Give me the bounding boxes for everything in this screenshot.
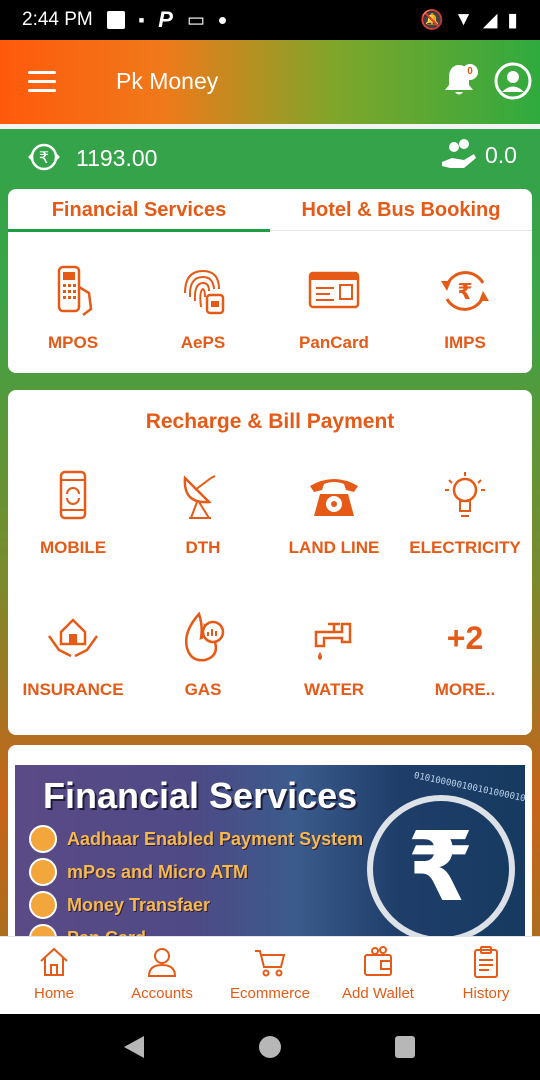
mute-icon: 🔕 <box>420 10 445 31</box>
balance-row: ₹ 1193.00 0.0 <box>0 130 540 186</box>
promo-card: 01010000010010100001010 ₹ Financial Serv… <box>8 745 532 945</box>
nav-add-wallet[interactable]: Add Wallet <box>324 937 432 1014</box>
header-divider <box>0 124 540 129</box>
notification-square-icon <box>106 11 125 29</box>
profile-icon[interactable] <box>494 62 532 100</box>
nav-accounts[interactable]: Accounts <box>108 937 216 1014</box>
tab-divider <box>270 230 532 231</box>
nav-history[interactable]: History <box>432 937 540 1014</box>
service-pancard[interactable]: PanCard <box>269 263 399 353</box>
bulb-icon <box>445 472 485 517</box>
clipboard-icon <box>474 946 498 978</box>
banner-item: Money Transfaer <box>29 891 210 919</box>
house-hands-icon <box>47 618 99 658</box>
cashback-balance: 0.0 <box>485 142 517 168</box>
recharge-insurance[interactable]: INSURANCE <box>8 610 138 700</box>
cart-icon <box>255 950 286 977</box>
rupee-exchange-icon: ₹ <box>28 143 60 171</box>
recharge-label: MOBILE <box>39 538 107 557</box>
status-time: 2:44 PM <box>22 9 93 30</box>
wallet-balance: 1193.00 <box>76 145 158 171</box>
recharge-label: GAS <box>184 680 222 699</box>
service-label: AePS <box>180 333 226 352</box>
more-notifications-dot-icon <box>218 16 226 24</box>
rupee-graphic-icon: ₹ <box>407 814 474 921</box>
service-label: PanCard <box>299 333 369 352</box>
wallet-icon <box>364 946 392 976</box>
signal-icon: ◢ <box>482 9 498 31</box>
status-bar: 2:44 PM ■ P ▭ 🔕 ▼ ◢ ▮ <box>0 0 540 40</box>
aadhaar-icon <box>29 825 57 853</box>
card-machine-icon <box>57 265 93 316</box>
service-imps[interactable]: ₹ IMPS <box>400 263 530 353</box>
svg-text:₹: ₹ <box>457 280 472 305</box>
satellite-dish-icon <box>183 475 216 519</box>
tap-icon <box>314 622 352 660</box>
nav-ecommerce[interactable]: Ecommerce <box>216 937 324 1014</box>
money-transfer-icon <box>29 891 57 919</box>
active-tab-indicator <box>8 229 270 232</box>
recharge-landline[interactable]: LAND LINE <box>269 468 399 558</box>
recharge-electricity[interactable]: ELECTRICITY <box>400 468 530 558</box>
mobile-icon <box>59 470 87 520</box>
recharge-more[interactable]: +2 MORE.. <box>400 610 530 700</box>
system-navigation-bar <box>0 1014 540 1080</box>
app-notification-icon: ■ <box>138 14 145 25</box>
financial-services-banner[interactable]: 01010000010010100001010 ₹ Financial Serv… <box>15 765 525 945</box>
app-title: Pk Money <box>116 68 219 94</box>
flame-icon <box>185 611 225 662</box>
nav-home[interactable]: Home <box>0 937 108 1014</box>
recharge-label: ELECTRICITY <box>409 538 521 557</box>
back-icon[interactable] <box>122 1034 146 1060</box>
recharge-label: DTH <box>185 538 221 557</box>
more-count: +2 <box>446 620 484 656</box>
recharge-mobile[interactable]: MOBILE <box>8 468 138 558</box>
wifi-icon: ▼ <box>454 9 473 30</box>
service-label: MPOS <box>47 333 99 352</box>
mpos-icon <box>29 858 57 886</box>
coins-hand-icon <box>442 139 476 168</box>
fingerprint-icon <box>184 269 225 315</box>
recharge-label: WATER <box>303 680 365 699</box>
menu-icon[interactable] <box>28 71 56 93</box>
banner-item: mPos and Micro ATM <box>29 858 248 886</box>
service-mpos[interactable]: MPOS <box>8 263 138 353</box>
recharge-section-title: Recharge & Bill Payment <box>145 410 395 433</box>
recent-apps-icon[interactable] <box>395 1036 415 1058</box>
recharge-dth[interactable]: DTH <box>138 468 268 558</box>
id-card-icon <box>308 271 360 309</box>
bottom-navigation: Home Accounts Ecommerce Add Wallet Histo… <box>0 936 540 1014</box>
banner-title: Financial Services <box>43 775 358 816</box>
home-button-icon[interactable] <box>258 1035 282 1059</box>
banner-item: Aadhaar Enabled Payment System <box>29 825 363 853</box>
services-card: Financial Services Hotel & Bus Booking M… <box>8 189 532 373</box>
svg-text:₹: ₹ <box>39 148 49 167</box>
recharge-gas[interactable]: GAS <box>138 610 268 700</box>
recharge-card: Recharge & Bill Payment MOBILE DTH LAND … <box>8 390 532 735</box>
tab-hotel-bus-booking[interactable]: Hotel & Bus Booking <box>270 199 532 222</box>
recharge-label: LAND LINE <box>288 538 380 557</box>
image-notification-icon: ▭ <box>186 9 205 31</box>
p-notification-icon: P <box>158 7 173 32</box>
recharge-label: MORE.. <box>434 680 496 699</box>
service-aeps[interactable]: AePS <box>138 263 268 353</box>
user-icon <box>147 948 177 977</box>
home-icon <box>40 947 68 976</box>
recharge-label: INSURANCE <box>22 680 124 699</box>
battery-icon: ▮ <box>507 9 518 31</box>
recharge-water[interactable]: WATER <box>269 610 399 700</box>
telephone-icon <box>310 479 358 516</box>
rupee-transfer-icon: ₹ <box>441 271 489 311</box>
tab-financial-services[interactable]: Financial Services <box>8 199 270 222</box>
notification-badge: 0 <box>462 64 478 80</box>
service-label: IMPS <box>444 333 486 352</box>
